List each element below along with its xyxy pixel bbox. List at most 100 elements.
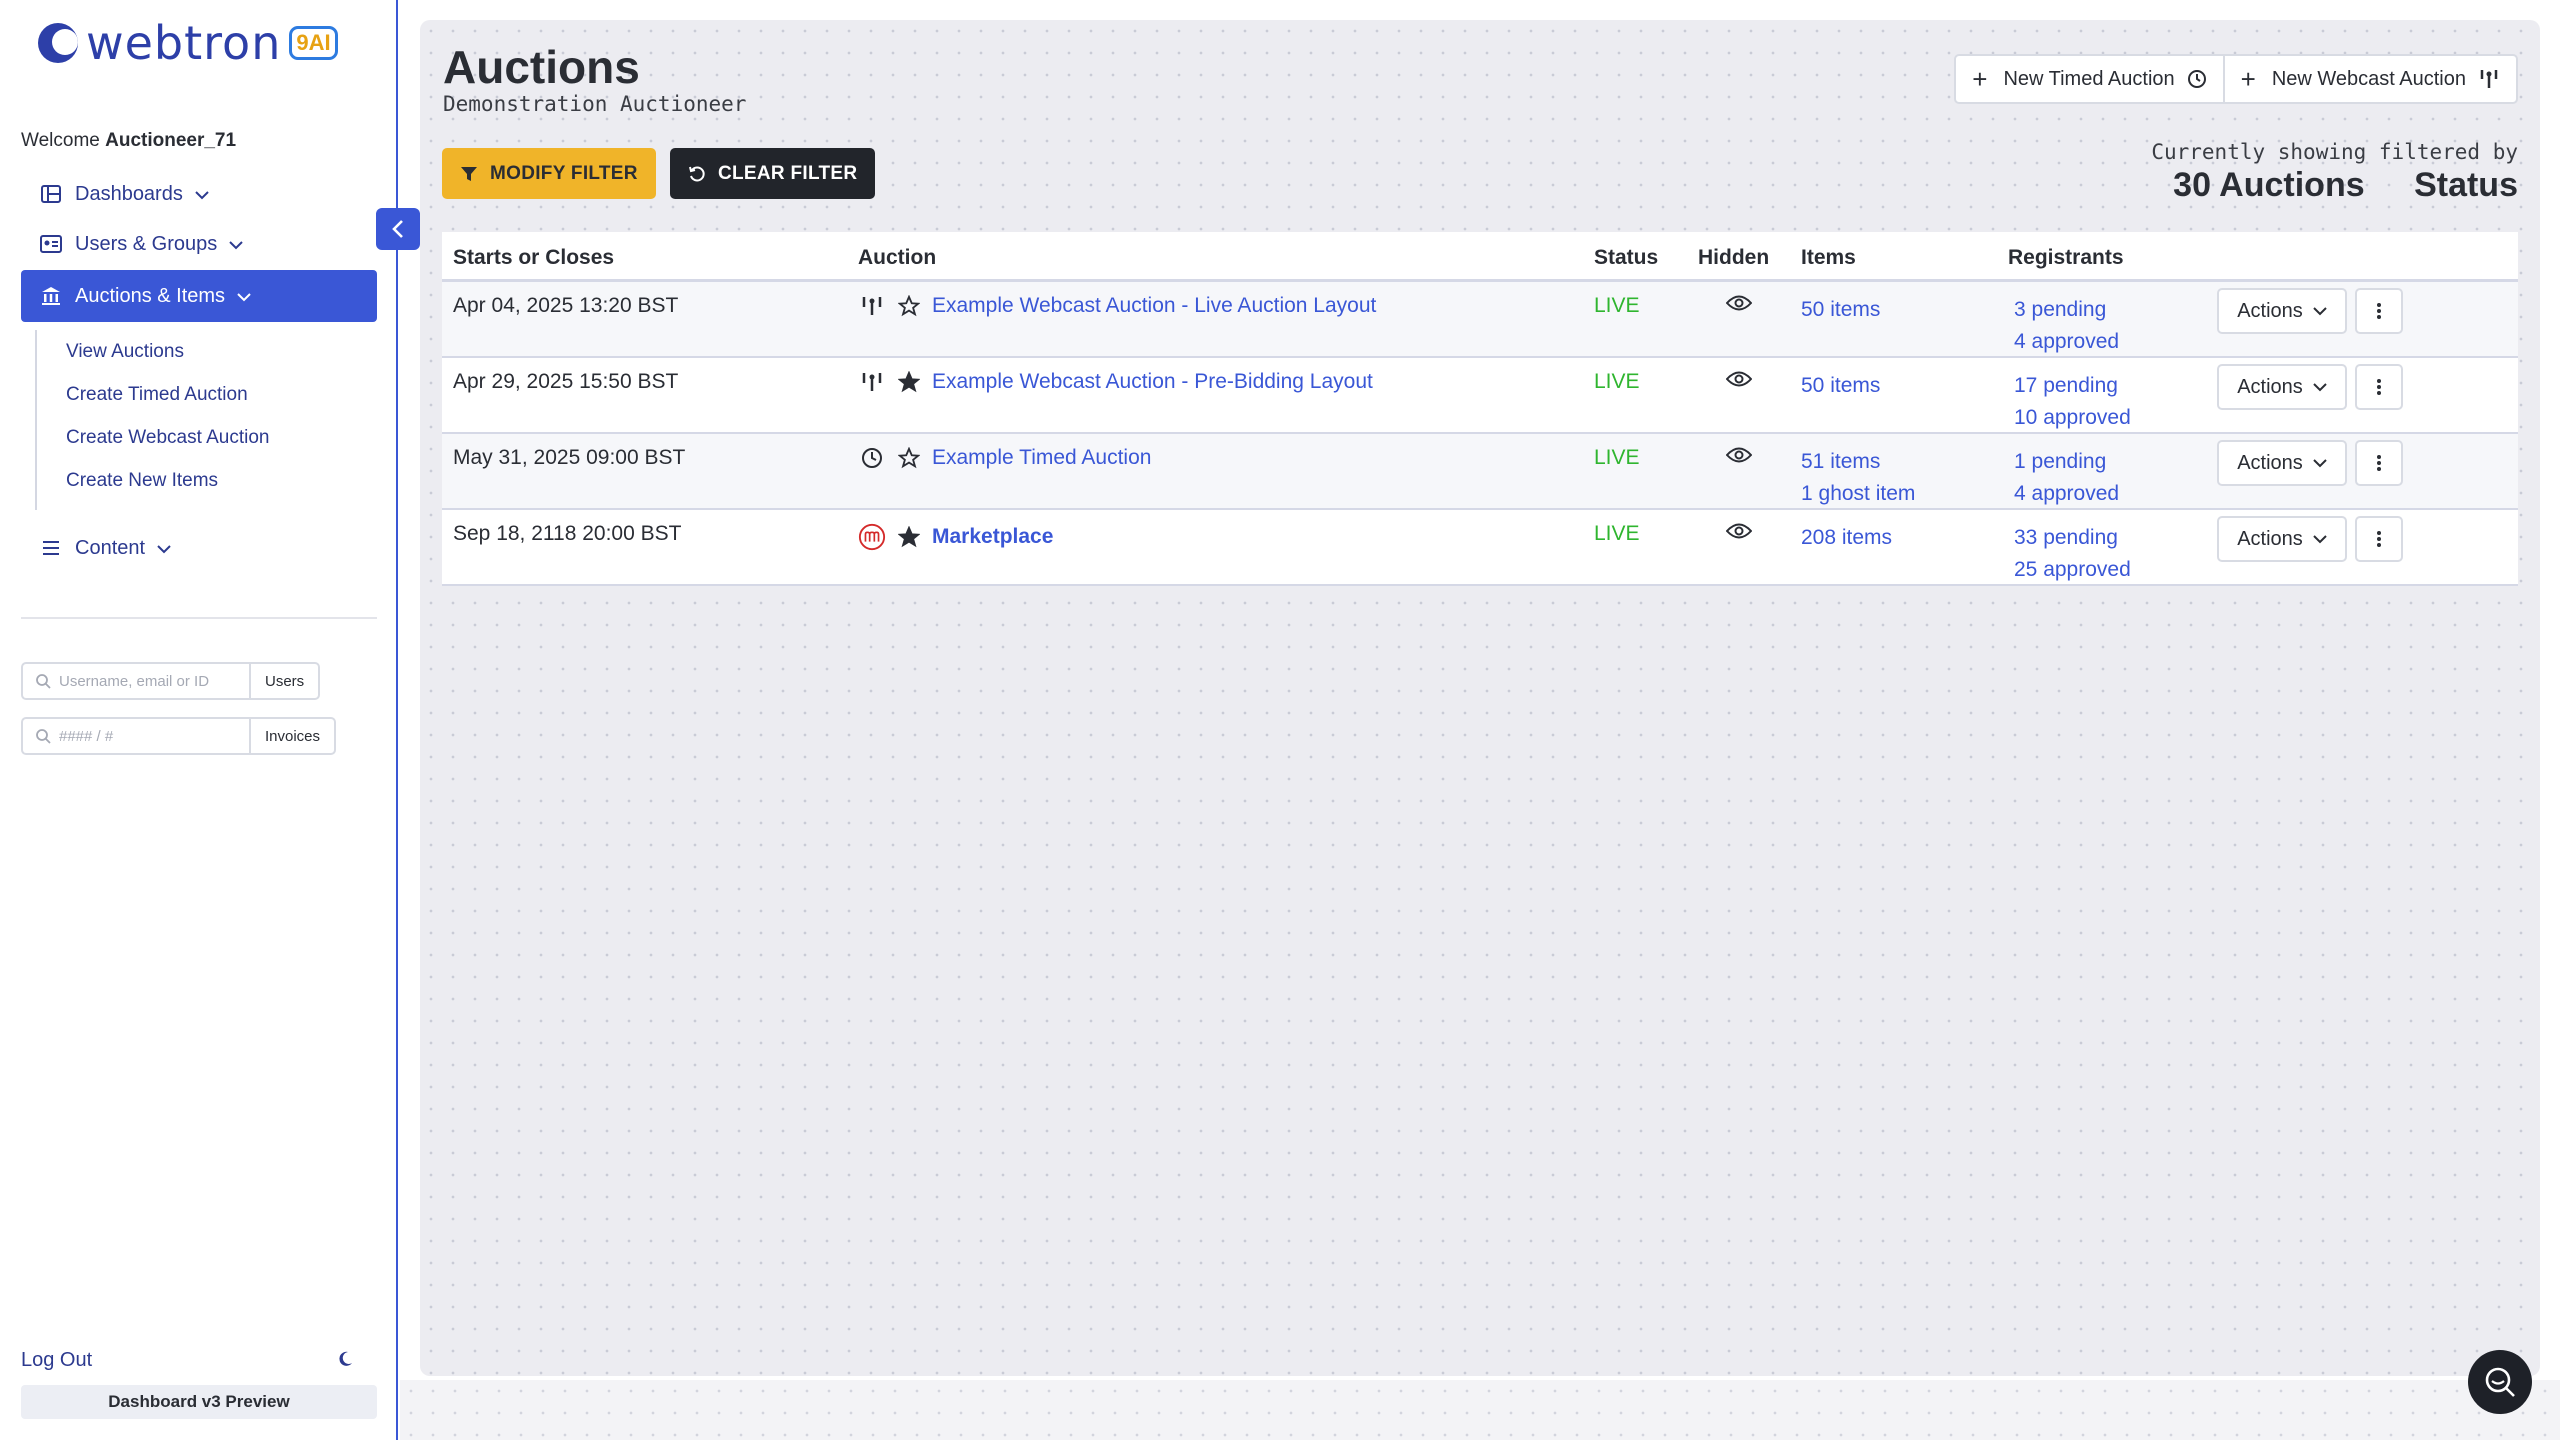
chevron-down-icon bbox=[2313, 458, 2327, 468]
approved-link[interactable]: 10 approved bbox=[2014, 402, 2131, 434]
search-icon bbox=[35, 728, 51, 744]
new-webcast-auction-button[interactable]: + New Webcast Auction bbox=[2222, 56, 2516, 102]
plus-icon: + bbox=[2240, 64, 2256, 94]
logout-link[interactable]: Log Out bbox=[21, 1349, 92, 1372]
more-options-button[interactable] bbox=[2355, 364, 2403, 410]
eye-icon[interactable] bbox=[1725, 522, 1753, 546]
actions-dropdown[interactable]: Actions bbox=[2217, 440, 2347, 486]
invoice-search-placeholder: #### / # bbox=[59, 727, 114, 745]
auction-name-link[interactable]: Example Timed Auction bbox=[932, 446, 1151, 470]
sidebar-collapse-button[interactable] bbox=[376, 208, 420, 250]
header-hidden[interactable]: Hidden bbox=[1698, 246, 1769, 270]
marketplace-icon bbox=[858, 522, 886, 552]
chevron-down-icon bbox=[2313, 382, 2327, 392]
items-link[interactable]: 51 items bbox=[1801, 446, 1915, 478]
subnav-create-timed-auction[interactable]: Create Timed Auction bbox=[37, 373, 269, 416]
chevron-down-icon bbox=[229, 233, 243, 256]
auction-date: Apr 29, 2025 15:50 BST bbox=[453, 370, 679, 393]
pending-link[interactable]: 3 pending bbox=[2014, 294, 2119, 326]
star-filled-icon[interactable] bbox=[898, 526, 920, 548]
auction-name-link[interactable]: Example Webcast Auction - Live Auction L… bbox=[932, 294, 1376, 318]
actions-dropdown[interactable]: Actions bbox=[2217, 364, 2347, 410]
modify-filter-label: MODIFY FILTER bbox=[490, 162, 638, 184]
approved-link[interactable]: 4 approved bbox=[2014, 478, 2119, 510]
table-row: Apr 04, 2025 13:20 BST Example Webcast A… bbox=[442, 282, 2518, 358]
clear-filter-button[interactable]: CLEAR FILTER bbox=[670, 148, 876, 199]
items-link[interactable]: 50 items bbox=[1801, 294, 1880, 326]
auction-cell: Marketplace bbox=[858, 522, 1053, 552]
eye-icon[interactable] bbox=[1725, 294, 1753, 318]
sidebar-item-label: Users & Groups bbox=[75, 232, 218, 255]
more-options-button[interactable] bbox=[2355, 288, 2403, 334]
header-items[interactable]: Items bbox=[1801, 246, 1856, 270]
modify-filter-button[interactable]: MODIFY FILTER bbox=[442, 148, 656, 199]
auction-cell: Example Webcast Auction - Live Auction L… bbox=[858, 294, 1376, 318]
table-row: May 31, 2025 09:00 BST Example Timed Auc… bbox=[442, 434, 2518, 510]
dashboard-preview-button[interactable]: Dashboard v3 Preview bbox=[21, 1385, 377, 1419]
pending-link[interactable]: 33 pending bbox=[2014, 522, 2131, 554]
filter-field: Status bbox=[2414, 166, 2518, 204]
auction-name-link[interactable]: Example Webcast Auction - Pre-Bidding La… bbox=[932, 370, 1373, 394]
sidebar: webtron 9AI Welcome Auctioneer_71 Dashbo… bbox=[0, 0, 398, 1440]
auction-date: Apr 04, 2025 13:20 BST bbox=[453, 294, 679, 317]
auction-count: 30 Auctions bbox=[2173, 166, 2365, 204]
status-badge: LIVE bbox=[1594, 294, 1640, 317]
actions-dropdown[interactable]: Actions bbox=[2217, 516, 2347, 562]
invoice-search-input[interactable]: #### / # bbox=[21, 717, 249, 755]
status-badge: LIVE bbox=[1594, 446, 1640, 469]
main-panel: Auctions Demonstration Auctioneer + New … bbox=[420, 20, 2540, 1376]
filter-icon bbox=[460, 165, 478, 183]
auction-name-link[interactable]: Marketplace bbox=[932, 525, 1053, 549]
reset-icon bbox=[688, 165, 706, 183]
sidebar-item-label: Auctions & Items bbox=[75, 284, 226, 307]
auction-date: Sep 18, 2118 20:00 BST bbox=[453, 522, 682, 545]
registrants-cell: 1 pending 4 approved bbox=[2014, 446, 2119, 510]
sidebar-item-users-groups[interactable]: Users & Groups bbox=[21, 218, 377, 270]
page-title: Auctions bbox=[443, 41, 640, 93]
auction-cell: Example Webcast Auction - Pre-Bidding La… bbox=[858, 370, 1373, 394]
sidebar-item-auctions-items[interactable]: Auctions & Items bbox=[21, 270, 377, 322]
star-outline-icon[interactable] bbox=[898, 295, 920, 317]
approved-link[interactable]: 4 approved bbox=[2014, 326, 2119, 358]
more-options-button[interactable] bbox=[2355, 440, 2403, 486]
subnav-view-auctions[interactable]: View Auctions bbox=[37, 330, 269, 373]
header-starts-or-closes[interactable]: Starts or Closes bbox=[453, 246, 614, 270]
actions-dropdown[interactable]: Actions bbox=[2217, 288, 2347, 334]
star-outline-icon[interactable] bbox=[898, 447, 920, 469]
welcome-text: Welcome Auctioneer_71 bbox=[21, 130, 236, 152]
filter-summary: Currently showing filtered by 30 Auction… bbox=[2151, 140, 2518, 205]
star-filled-icon[interactable] bbox=[898, 371, 920, 393]
user-search-input[interactable]: Username, email or ID bbox=[21, 662, 249, 700]
pending-link[interactable]: 1 pending bbox=[2014, 446, 2119, 478]
auction-date: May 31, 2025 09:00 BST bbox=[453, 446, 686, 469]
eye-icon[interactable] bbox=[1725, 446, 1753, 470]
table-row: Sep 18, 2118 20:00 BST Marketplace LIVE … bbox=[442, 510, 2518, 586]
items-link[interactable]: 50 items bbox=[1801, 370, 1880, 402]
pending-link[interactable]: 17 pending bbox=[2014, 370, 2131, 402]
username: Auctioneer_71 bbox=[105, 130, 237, 151]
users-icon bbox=[39, 232, 63, 256]
subnav-create-webcast-auction[interactable]: Create Webcast Auction bbox=[37, 416, 269, 459]
approved-link[interactable]: 25 approved bbox=[2014, 554, 2131, 586]
new-timed-auction-button[interactable]: + New Timed Auction bbox=[1956, 56, 2222, 102]
actions-label: Actions bbox=[2237, 375, 2303, 398]
invoices-search-button[interactable]: Invoices bbox=[249, 717, 337, 755]
kebab-icon bbox=[2377, 303, 2381, 319]
items-link[interactable]: 208 items bbox=[1801, 522, 1892, 554]
items-cell: 51 items 1 ghost item bbox=[1801, 446, 1915, 510]
sidebar-divider bbox=[21, 617, 377, 619]
header-status[interactable]: Status bbox=[1594, 246, 1658, 270]
sidebar-item-content[interactable]: Content bbox=[21, 522, 377, 574]
sidebar-item-dashboards[interactable]: Dashboards bbox=[21, 168, 377, 220]
support-chat-button[interactable] bbox=[2468, 1350, 2532, 1414]
eye-icon[interactable] bbox=[1725, 370, 1753, 394]
ghost-items-link[interactable]: 1 ghost item bbox=[1801, 478, 1915, 510]
subnav-create-new-items[interactable]: Create New Items bbox=[37, 459, 269, 502]
header-auction[interactable]: Auction bbox=[858, 246, 936, 270]
brand-logo[interactable]: webtron 9AI bbox=[38, 18, 338, 68]
users-search-button[interactable]: Users bbox=[249, 662, 321, 700]
dark-mode-moon-icon[interactable] bbox=[336, 1350, 354, 1373]
header-registrants[interactable]: Registrants bbox=[2008, 246, 2124, 270]
new-webcast-auction-label: New Webcast Auction bbox=[2271, 67, 2466, 90]
more-options-button[interactable] bbox=[2355, 516, 2403, 562]
